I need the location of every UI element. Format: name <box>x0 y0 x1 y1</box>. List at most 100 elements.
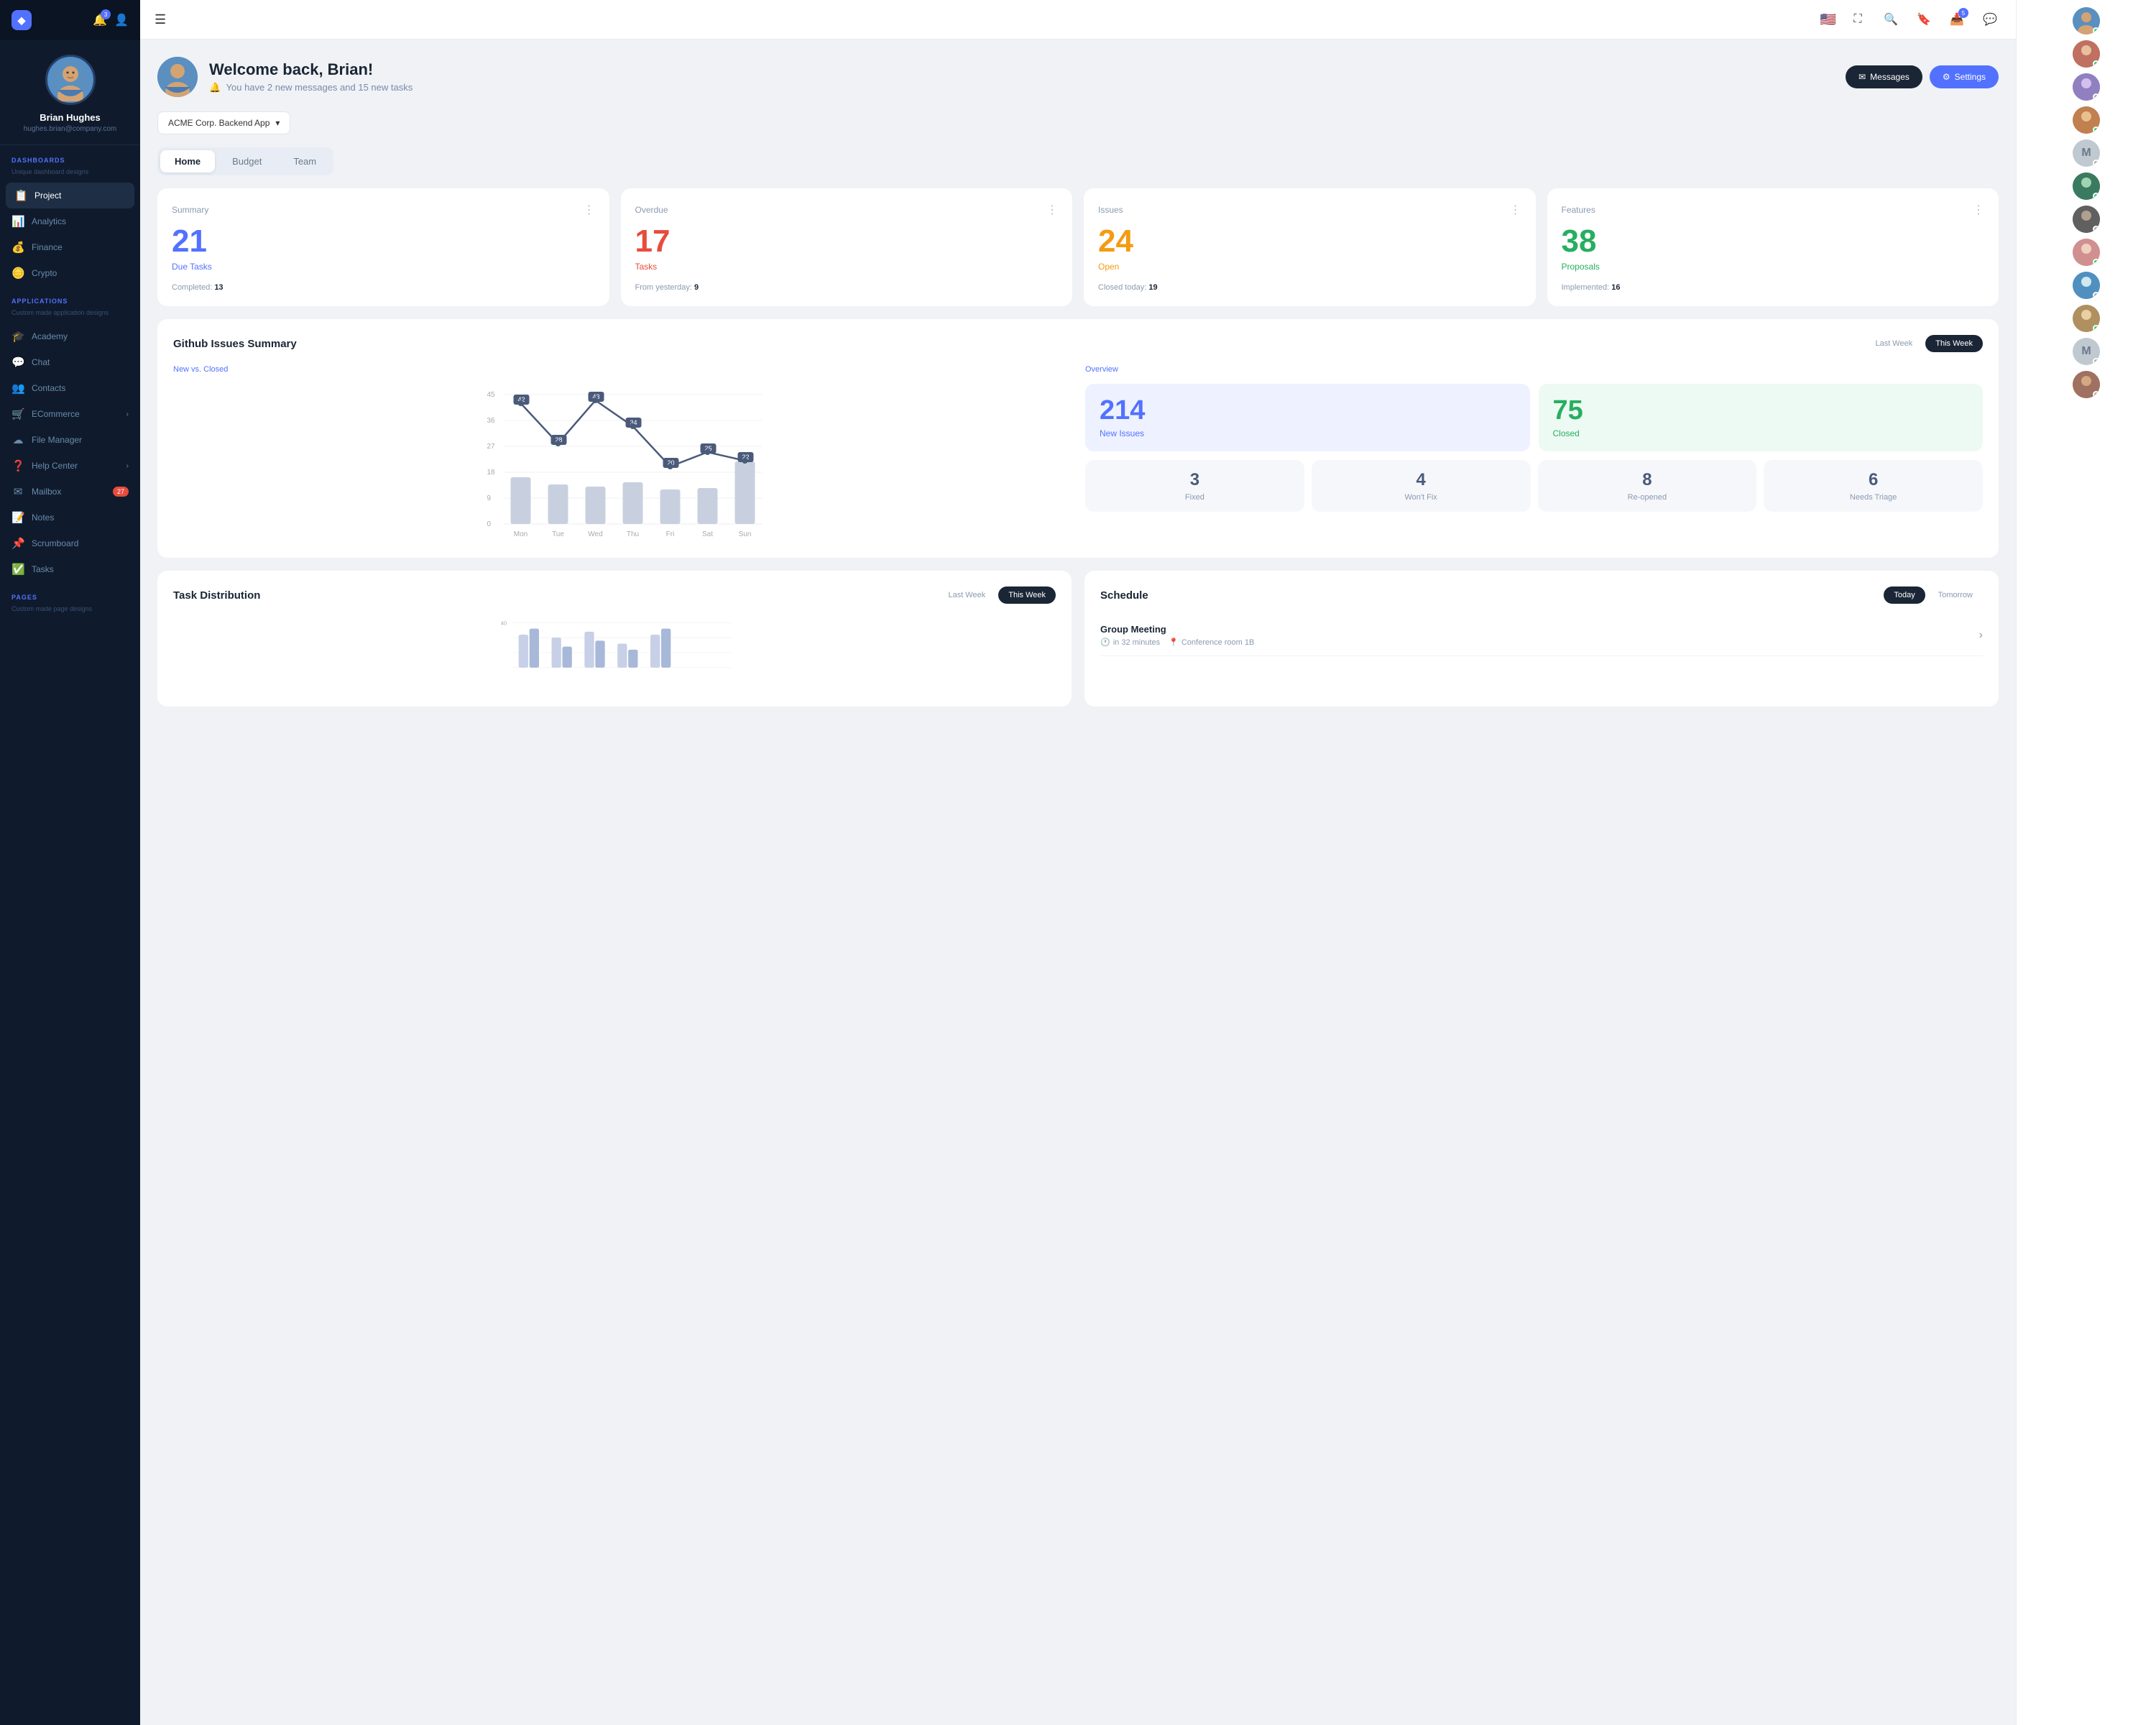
schedule-event: Group Meeting 🕐 in 32 minutes 📍 Conferen… <box>1100 615 1983 656</box>
profile-section: Brian Hughes hughes.brian@company.com <box>0 40 140 145</box>
settings-button[interactable]: ⚙ Settings <box>1930 65 1999 88</box>
issues-more-button[interactable]: ⋮ <box>1510 203 1521 217</box>
sidebar-item-academy[interactable]: 🎓 Academy <box>0 323 140 349</box>
features-card: Features ⋮ 38 Proposals Implemented: 16 <box>1547 188 1999 306</box>
today-button[interactable]: Today <box>1884 586 1925 604</box>
right-avatar-2[interactable] <box>2073 40 2100 68</box>
notifications-button[interactable]: 🔔 3 <box>93 13 107 27</box>
sidebar-item-label: Chat <box>32 357 50 367</box>
github-panel-title: Github Issues Summary <box>173 338 297 350</box>
sidebar-item-file-manager[interactable]: ☁ File Manager <box>0 427 140 453</box>
right-avatar-1[interactable] <box>2073 7 2100 34</box>
app-logo[interactable]: ◆ <box>11 10 32 30</box>
sidebar-item-help-center[interactable]: ❓ Help Center › <box>0 453 140 479</box>
notes-icon: 📝 <box>11 511 24 524</box>
right-avatar-6[interactable] <box>2073 172 2100 200</box>
svg-text:40: 40 <box>501 620 507 627</box>
task-dist-title: Task Distribution <box>173 589 260 602</box>
fixed-label: Fixed <box>1095 493 1294 502</box>
tab-home[interactable]: Home <box>160 150 215 172</box>
sidebar-item-label: ECommerce <box>32 409 80 419</box>
hamburger-menu-button[interactable]: ☰ <box>155 12 166 27</box>
welcome-subtitle: 🔔 You have 2 new messages and 15 new tas… <box>209 82 415 93</box>
overview-subtitle: Overview <box>1085 365 1983 374</box>
sidebar-item-project[interactable]: 📋 Project <box>6 183 134 208</box>
sidebar-item-finance[interactable]: 💰 Finance <box>0 234 140 260</box>
reopened-number: 8 <box>1548 470 1747 490</box>
tasks-icon: ✅ <box>11 563 24 576</box>
chart-area: New vs. Closed 45 36 27 18 9 0 <box>173 365 1071 542</box>
tab-budget[interactable]: Budget <box>218 150 276 172</box>
sidebar-item-notes[interactable]: 📝 Notes <box>0 505 140 530</box>
last-week-button-task[interactable]: Last Week <box>938 586 995 604</box>
welcome-header: Welcome back, Brian! 🔔 You have 2 new me… <box>157 57 1999 97</box>
event-time: 🕐 in 32 minutes <box>1100 638 1160 647</box>
sidebar-item-mailbox[interactable]: ✉ Mailbox 27 <box>0 479 140 505</box>
task-bar-chart: 40 <box>173 617 1056 689</box>
right-avatar-8[interactable] <box>2073 239 2100 266</box>
finance-icon: 💰 <box>11 241 24 254</box>
event-details: Group Meeting 🕐 in 32 minutes 📍 Conferen… <box>1100 624 1254 647</box>
wont-fix-card: 4 Won't Fix <box>1312 460 1531 512</box>
svg-text:0: 0 <box>487 520 492 528</box>
sidebar-item-label-analytics: Analytics <box>32 216 66 226</box>
this-week-button-github[interactable]: This Week <box>1925 335 1983 352</box>
new-issues-label: New Issues <box>1100 428 1516 438</box>
sidebar-item-tasks[interactable]: ✅ Tasks <box>0 556 140 582</box>
svg-text:27: 27 <box>487 443 496 451</box>
project-dropdown-button[interactable]: ACME Corp. Backend App ▾ <box>157 111 290 134</box>
svg-text:Tue: Tue <box>552 530 564 538</box>
right-sidebar: M <box>2016 0 2156 1725</box>
sidebar-item-label: Scrumboard <box>32 538 78 548</box>
sidebar-item-chat[interactable]: 💬 Chat <box>0 349 140 375</box>
notification-badge: 3 <box>101 9 111 19</box>
right-avatar-12[interactable] <box>2073 371 2100 398</box>
summary-more-button[interactable]: ⋮ <box>584 203 595 217</box>
user-name: Brian Hughes <box>40 112 101 123</box>
sidebar-item-contacts[interactable]: 👥 Contacts <box>0 375 140 401</box>
analytics-icon: 📊 <box>11 215 24 228</box>
user-menu-button[interactable]: 👤 <box>114 13 129 27</box>
right-avatar-5[interactable]: M <box>2073 139 2100 167</box>
features-number: 38 <box>1562 226 1985 257</box>
tab-team[interactable]: Team <box>279 150 331 172</box>
closed-issues-number: 75 <box>1553 397 1969 424</box>
right-avatar-11[interactable]: M <box>2073 338 2100 365</box>
sidebar-item-analytics[interactable]: 📊 Analytics <box>0 208 140 234</box>
task-dist-week-toggle: Last Week This Week <box>938 586 1056 604</box>
schedule-title: Schedule <box>1100 589 1148 602</box>
this-week-button-task[interactable]: This Week <box>998 586 1056 604</box>
reopened-label: Re-opened <box>1548 493 1747 502</box>
expand-button[interactable]: ⛶ <box>1846 8 1869 31</box>
new-issues-number: 214 <box>1100 397 1516 424</box>
applications-section-sub: Custom made application designs <box>0 309 140 323</box>
sidebar-item-scrumboard[interactable]: 📌 Scrumboard <box>0 530 140 556</box>
sidebar-item-ecommerce[interactable]: 🛒 ECommerce › <box>0 401 140 427</box>
messages-topbar-button[interactable]: 💬 <box>1978 8 2001 31</box>
inbox-button[interactable]: 📥 5 <box>1945 8 1968 31</box>
overdue-more-button[interactable]: ⋮ <box>1046 203 1058 217</box>
sidebar-item-crypto[interactable]: 🪙 Crypto <box>0 260 140 286</box>
tomorrow-button[interactable]: Tomorrow <box>1928 586 1983 604</box>
github-content-grid: New vs. Closed 45 36 27 18 9 0 <box>173 365 1983 542</box>
issues-card: Issues ⋮ 24 Open Closed today: 19 <box>1084 188 1536 306</box>
sidebar-item-label-crypto: Crypto <box>32 268 57 278</box>
right-avatar-7[interactable] <box>2073 206 2100 233</box>
right-avatar-3[interactable] <box>2073 73 2100 101</box>
messages-button[interactable]: ✉ Messages <box>1846 65 1922 88</box>
pages-section-sub: Custom made page designs <box>0 605 140 620</box>
search-button[interactable]: 🔍 <box>1879 8 1902 31</box>
overdue-card: Overdue ⋮ 17 Tasks From yesterday: 9 <box>621 188 1073 306</box>
features-title: Features <box>1562 205 1595 215</box>
right-avatar-10[interactable] <box>2073 305 2100 332</box>
svg-text:Sat: Sat <box>702 530 713 538</box>
event-arrow-button[interactable]: › <box>1979 629 1983 642</box>
online-indicator <box>2093 27 2099 34</box>
fixed-card: 3 Fixed <box>1085 460 1304 512</box>
right-avatar-4[interactable] <box>2073 106 2100 134</box>
right-avatar-9[interactable] <box>2073 272 2100 299</box>
bookmark-button[interactable]: 🔖 <box>1912 8 1935 31</box>
main-content-area: Welcome back, Brian! 🔔 You have 2 new me… <box>140 0 2016 1725</box>
features-more-button[interactable]: ⋮ <box>1973 203 1984 217</box>
last-week-button-github[interactable]: Last Week <box>1865 335 1922 352</box>
